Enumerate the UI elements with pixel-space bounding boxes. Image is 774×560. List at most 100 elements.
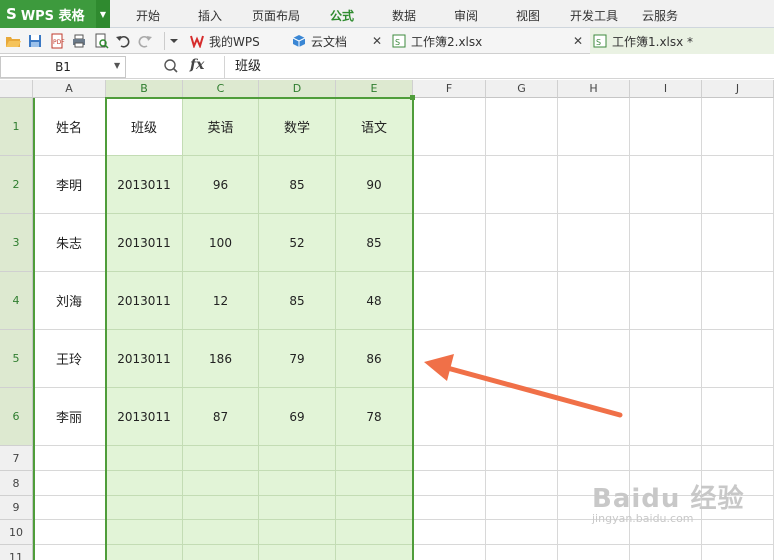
cell-h2[interactable] (558, 156, 630, 214)
cell-e7[interactable] (336, 446, 413, 471)
cell-c6[interactable]: 87 (183, 388, 259, 446)
cell-a1[interactable]: 姓名 (33, 98, 106, 156)
cell-b8[interactable] (106, 471, 183, 496)
cell-b9[interactable] (106, 496, 183, 520)
cell-d11[interactable] (259, 545, 336, 560)
menu-home[interactable]: 开始 (136, 0, 160, 28)
cell-g7[interactable] (486, 446, 558, 471)
row-header-8[interactable]: 8 (0, 471, 33, 496)
cell-d2[interactable]: 85 (259, 156, 336, 214)
cell-f8[interactable] (413, 471, 486, 496)
cell-i2[interactable] (630, 156, 702, 214)
cell-a8[interactable] (33, 471, 106, 496)
cell-a5[interactable]: 王玲 (33, 330, 106, 388)
cell-e6[interactable]: 78 (336, 388, 413, 446)
cell-h4[interactable] (558, 272, 630, 330)
cell-c10[interactable] (183, 520, 259, 545)
cell-f2[interactable] (413, 156, 486, 214)
cell-f9[interactable] (413, 496, 486, 520)
cell-h1[interactable] (558, 98, 630, 156)
print-icon[interactable] (70, 32, 88, 50)
cell-h3[interactable] (558, 214, 630, 272)
cell-j7[interactable] (702, 446, 774, 471)
cell-b5[interactable]: 2013011 (106, 330, 183, 388)
cell-i3[interactable] (630, 214, 702, 272)
cell-b10[interactable] (106, 520, 183, 545)
cell-h6[interactable] (558, 388, 630, 446)
cell-g5[interactable] (486, 330, 558, 388)
cell-f7[interactable] (413, 446, 486, 471)
cell-g6[interactable] (486, 388, 558, 446)
cell-c2[interactable]: 96 (183, 156, 259, 214)
name-box[interactable]: B1 (0, 56, 126, 78)
cell-e1[interactable]: 语文 (336, 98, 413, 156)
magnifier-icon[interactable] (163, 57, 179, 75)
cell-j6[interactable] (702, 388, 774, 446)
cell-b7[interactable] (106, 446, 183, 471)
cell-a6[interactable]: 李丽 (33, 388, 106, 446)
cell-j11[interactable] (702, 545, 774, 560)
cell-a10[interactable] (33, 520, 106, 545)
cell-e5[interactable]: 86 (336, 330, 413, 388)
row-header-4[interactable]: 4 (0, 272, 33, 330)
menu-insert[interactable]: 插入 (198, 0, 222, 28)
cell-d7[interactable] (259, 446, 336, 471)
menu-review[interactable]: 审阅 (454, 0, 478, 28)
column-header-c[interactable]: C (183, 80, 259, 98)
cell-b3[interactable]: 2013011 (106, 214, 183, 272)
row-header-2[interactable]: 2 (0, 156, 33, 214)
row-header-6[interactable]: 6 (0, 388, 33, 446)
cell-g1[interactable] (486, 98, 558, 156)
menu-view[interactable]: 视图 (516, 0, 540, 28)
cell-c11[interactable] (183, 545, 259, 560)
cell-d1[interactable]: 数学 (259, 98, 336, 156)
cell-b2[interactable]: 2013011 (106, 156, 183, 214)
fx-icon[interactable]: fx (190, 57, 204, 73)
cell-g10[interactable] (486, 520, 558, 545)
cell-h7[interactable] (558, 446, 630, 471)
cell-a9[interactable] (33, 496, 106, 520)
cell-f3[interactable] (413, 214, 486, 272)
menu-formulas[interactable]: 公式 (330, 0, 354, 28)
cell-c7[interactable] (183, 446, 259, 471)
cell-h5[interactable] (558, 330, 630, 388)
cell-e9[interactable] (336, 496, 413, 520)
cell-b4[interactable]: 2013011 (106, 272, 183, 330)
redo-icon[interactable] (136, 32, 154, 50)
row-header-10[interactable]: 10 (0, 520, 33, 545)
tab-workbook1[interactable]: S 工作簿1.xlsx * (590, 28, 774, 54)
cell-c3[interactable]: 100 (183, 214, 259, 272)
cell-g3[interactable] (486, 214, 558, 272)
column-header-f[interactable]: F (413, 80, 486, 98)
row-header-1[interactable]: 1 (0, 98, 33, 156)
close-icon[interactable]: ✕ (573, 34, 583, 48)
cell-f4[interactable] (413, 272, 486, 330)
menu-data[interactable]: 数据 (392, 0, 416, 28)
cell-a7[interactable] (33, 446, 106, 471)
cell-g9[interactable] (486, 496, 558, 520)
cell-e11[interactable] (336, 545, 413, 560)
cell-d3[interactable]: 52 (259, 214, 336, 272)
tab-workbook2[interactable]: S 工作簿2.xlsx ✕ (392, 28, 590, 54)
cell-g11[interactable] (486, 545, 558, 560)
cell-i6[interactable] (630, 388, 702, 446)
cell-j5[interactable] (702, 330, 774, 388)
cell-d4[interactable]: 85 (259, 272, 336, 330)
cell-f6[interactable] (413, 388, 486, 446)
cell-d5[interactable]: 79 (259, 330, 336, 388)
cell-d8[interactable] (259, 471, 336, 496)
row-header-3[interactable]: 3 (0, 214, 33, 272)
open-folder-icon[interactable] (4, 32, 22, 50)
cell-g2[interactable] (486, 156, 558, 214)
cell-b1[interactable]: 班级 (106, 98, 183, 156)
cell-a4[interactable]: 刘海 (33, 272, 106, 330)
cell-d10[interactable] (259, 520, 336, 545)
column-header-h[interactable]: H (558, 80, 630, 98)
row-header-5[interactable]: 5 (0, 330, 33, 388)
cell-j2[interactable] (702, 156, 774, 214)
formula-input[interactable]: 班级 (224, 56, 774, 78)
cell-d9[interactable] (259, 496, 336, 520)
menu-developer[interactable]: 开发工具 (570, 0, 618, 28)
cell-c8[interactable] (183, 471, 259, 496)
cell-i5[interactable] (630, 330, 702, 388)
